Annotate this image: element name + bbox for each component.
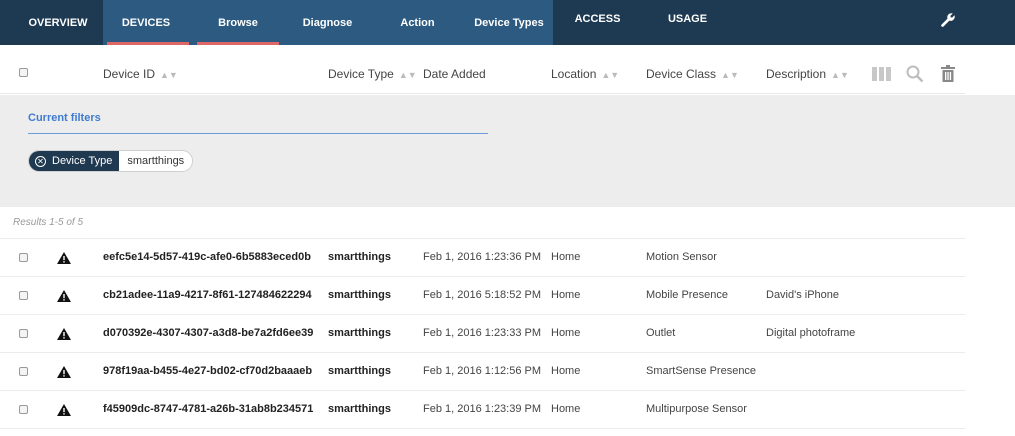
cell-device-class: Multipurpose Sensor	[646, 403, 747, 415]
cell-device-type: smartthings	[328, 365, 391, 377]
cell-device-id[interactable]: eefc5e14-5d57-419c-afe0-6b5883eced0b	[103, 251, 311, 263]
col-device-id-label: Device ID	[103, 67, 156, 81]
cell-device-type: smartthings	[328, 327, 391, 339]
nav-device-types[interactable]: Device Types	[465, 0, 553, 45]
col-date-added-label: Date Added	[423, 67, 486, 81]
col-device-type-label: Device Type	[328, 67, 394, 81]
sort-icon: ▲▼	[601, 70, 620, 80]
col-description-label: Description	[766, 67, 827, 81]
sort-icon: ▲▼	[398, 70, 417, 80]
select-all-checkbox[interactable]	[19, 68, 28, 77]
search-icon[interactable]	[906, 65, 924, 86]
cell-date-added: Feb 1, 2016 1:23:33 PM	[423, 327, 542, 339]
nav-action[interactable]: Action	[385, 0, 450, 45]
cell-device-id[interactable]: d070392e-4307-4307-a3d8-be7a2fd6ee39	[103, 327, 313, 339]
warning-icon	[57, 328, 71, 340]
nav-access[interactable]: ACCESS	[565, 0, 630, 41]
top-navigation: OVERVIEW DEVICES Browse Diagnose Action …	[0, 0, 1015, 45]
cell-device-id[interactable]: f45909dc-8747-4781-a26b-31ab8b234571	[103, 403, 313, 415]
table-row[interactable]: 978f19aa-b455-4e27-bd02-cf70d2baaaeb smar…	[0, 352, 965, 390]
nav-devices-label: DEVICES	[121, 16, 171, 29]
nav-overview-label: OVERVIEW	[28, 16, 88, 29]
warning-icon	[57, 252, 71, 264]
nav-browse[interactable]: Browse	[197, 0, 279, 45]
table-header: Device ID ▲▼ Device Type ▲▼ Date Added Loc…	[0, 54, 965, 94]
current-filters-title: Current filters	[28, 112, 101, 124]
cell-device-type: smartthings	[328, 289, 391, 301]
sort-icon: ▲▼	[721, 70, 739, 80]
filters-underline	[28, 133, 488, 134]
cell-location: Home	[551, 289, 581, 301]
cell-date-added: Feb 1, 2016 5:18:52 PM	[423, 289, 542, 301]
table-bottom-divider	[0, 428, 965, 429]
table-row[interactable]: cb21adee-11a9-4217-8f61-127484622294 smar…	[0, 276, 965, 314]
row-checkbox[interactable]	[19, 329, 28, 338]
table-row[interactable]: eefc5e14-5d57-419c-afe0-6b5883eced0b smar…	[0, 238, 965, 276]
col-device-type[interactable]: Device Type ▲▼	[328, 67, 417, 81]
col-location[interactable]: Location ▲▼	[551, 67, 619, 81]
browse-active-indicator	[197, 42, 279, 45]
col-date-added[interactable]: Date Added	[423, 67, 486, 81]
table-row[interactable]: d070392e-4307-4307-a3d8-be7a2fd6ee39 smar…	[0, 314, 965, 352]
filter-chip-key-label: Device Type	[52, 155, 113, 167]
cell-device-class: SmartSense Presence	[646, 365, 757, 377]
nav-diagnose[interactable]: Diagnose	[290, 0, 365, 45]
row-checkbox[interactable]	[19, 291, 28, 300]
filter-chip-value: smartthings	[119, 151, 193, 171]
row-checkbox[interactable]	[19, 367, 28, 376]
nav-action-label: Action	[400, 16, 435, 29]
cell-device-class: Mobile Presence	[646, 289, 728, 301]
sort-icon: ▲▼	[831, 70, 849, 80]
current-filters-panel: Current filters ✕ Device Type smartthing…	[0, 95, 1015, 207]
cell-date-added: Feb 1, 2016 1:12:56 PM	[423, 365, 542, 377]
cell-description: Digital photoframe	[766, 327, 856, 339]
cell-device-id[interactable]: 978f19aa-b455-4e27-bd02-cf70d2baaaeb	[103, 365, 312, 377]
nav-usage-label: USAGE	[667, 12, 708, 25]
nav-device-types-label: Device Types	[474, 16, 544, 29]
cell-location: Home	[551, 403, 581, 415]
cell-description: David's iPhone	[766, 289, 840, 301]
cell-device-class: Motion Sensor	[646, 251, 717, 263]
cell-device-class: Outlet	[646, 327, 676, 339]
nav-devices[interactable]: DEVICES	[103, 0, 189, 45]
cell-device-type: smartthings	[328, 403, 391, 415]
cell-device-type: smartthings	[328, 251, 391, 263]
nav-overview[interactable]: OVERVIEW	[18, 0, 98, 45]
trash-icon[interactable]	[941, 65, 955, 85]
remove-filter-icon[interactable]: ✕	[35, 155, 46, 167]
cell-date-added: Feb 1, 2016 1:23:39 PM	[423, 403, 542, 415]
col-description[interactable]: Description ▲▼	[766, 67, 849, 81]
warning-icon	[57, 404, 71, 416]
results-summary: Results 1-5 of 5	[13, 217, 84, 228]
filter-chip-key: ✕ Device Type	[29, 151, 120, 171]
col-device-class-label: Device Class	[646, 67, 717, 81]
nav-access-label: ACCESS	[574, 12, 621, 25]
cell-location: Home	[551, 251, 581, 263]
nav-diagnose-label: Diagnose	[302, 16, 353, 29]
nav-usage[interactable]: USAGE	[655, 0, 720, 41]
sort-icon: ▲▼	[160, 70, 178, 80]
table-row[interactable]: f45909dc-8747-4781-a26b-31ab8b234571 smar…	[0, 390, 965, 428]
nav-browse-label: Browse	[218, 16, 258, 29]
cell-location: Home	[551, 327, 581, 339]
wrench-icon[interactable]	[940, 12, 956, 28]
row-checkbox[interactable]	[19, 405, 28, 414]
col-device-id[interactable]: Device ID ▲▼	[103, 67, 178, 81]
warning-icon	[57, 290, 71, 302]
col-device-class[interactable]: Device Class ▲▼	[646, 67, 739, 81]
filter-chip: ✕ Device Type smartthings	[28, 150, 194, 172]
row-checkbox[interactable]	[19, 253, 28, 262]
columns-icon[interactable]	[872, 66, 892, 85]
cell-date-added: Feb 1, 2016 1:23:36 PM	[423, 251, 542, 263]
warning-icon	[57, 366, 71, 378]
devices-active-indicator	[107, 42, 189, 45]
cell-device-id[interactable]: cb21adee-11a9-4217-8f61-127484622294	[103, 289, 312, 301]
col-location-label: Location	[551, 67, 597, 81]
cell-location: Home	[551, 365, 581, 377]
